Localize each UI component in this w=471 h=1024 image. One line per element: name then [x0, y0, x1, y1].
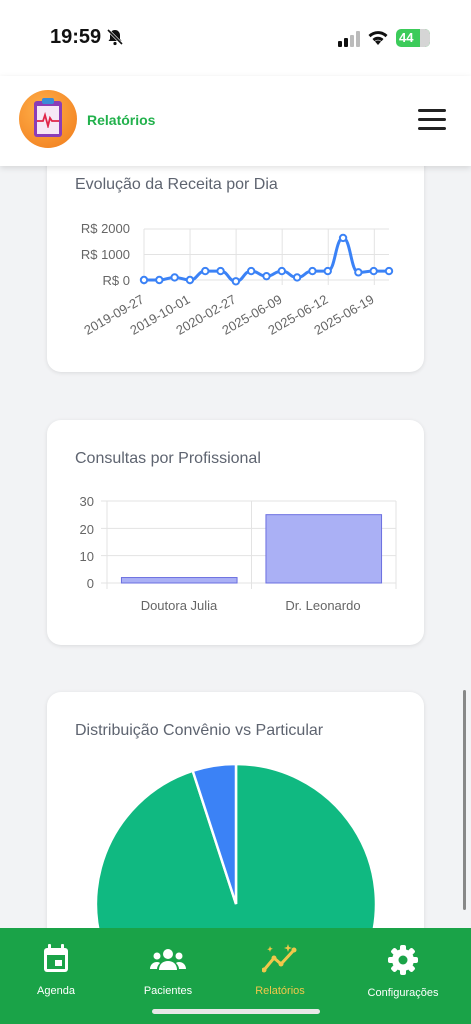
consultas-y-tick: 30: [80, 494, 94, 509]
consultas-y-tick: 0: [87, 576, 94, 591]
revenue-data-point: [354, 268, 363, 277]
distribution-chart-card: Distribuição Convênio vs Particular: [47, 692, 424, 952]
tab-label: Pacientes: [143, 985, 193, 997]
battery-empty: [420, 29, 430, 47]
consultas-bar-chart: 30 20 10 0 Doutora Julia Dr. Leonardo: [80, 494, 397, 613]
revenue-data-point: [277, 266, 287, 276]
consultas-bar: [265, 514, 383, 584]
people-icon: [150, 949, 186, 970]
status-time: 19:59: [50, 26, 102, 48]
app-logo: [19, 90, 77, 148]
consultas-y-tick: 20: [80, 522, 94, 537]
revenue-data-point: [384, 266, 394, 276]
revenue-data-point: [216, 266, 225, 276]
revenue-data-point: [139, 275, 149, 285]
consultas-x-tick: Doutora Julia: [141, 598, 218, 613]
status-bar: 19:59 44: [0, 0, 471, 76]
tab-relatorios[interactable]: Relatórios: [225, 944, 335, 997]
consultas-y-tick: 10: [80, 549, 94, 564]
scrollbar[interactable]: [463, 690, 466, 910]
cell-signal-icon: [338, 31, 360, 47]
consultas-bar: [120, 577, 238, 584]
revenue-y-tick: R$ 1000: [81, 247, 130, 262]
revenue-data-point: [323, 266, 332, 276]
consultas-x-tick: Dr. Leonardo: [285, 598, 360, 613]
tab-agenda[interactable]: Agenda: [1, 944, 111, 997]
calendar-icon: [44, 944, 68, 972]
revenue-line-chart: R$ 2000 R$ 1000 R$ 0 2019-09-27 2019-10-…: [81, 221, 394, 338]
revenue-y-tick: R$ 2000: [81, 221, 130, 236]
revenue-y-tick: R$ 0: [103, 273, 130, 288]
page-title: Relatórios: [87, 112, 156, 128]
revenue-data-point: [231, 277, 241, 286]
revenue-data-point: [262, 271, 271, 281]
battery-level: 44: [399, 30, 414, 45]
revenue-data-point: [246, 266, 256, 276]
revenue-data-point: [201, 266, 210, 276]
tab-pacientes[interactable]: Pacientes: [113, 944, 223, 997]
battery-indicator: 44: [396, 29, 430, 47]
revenue-data-point: [185, 275, 195, 285]
revenue-data-point: [338, 233, 348, 243]
app-header: Relatórios: [0, 76, 471, 166]
revenue-data-point: [170, 273, 179, 282]
revenue-data-point: [155, 275, 164, 285]
bell-muted-icon: [106, 28, 124, 46]
consultas-chart-card: Consultas por Profissional 30 20 10 0 Do…: [47, 420, 424, 645]
tab-label: Relatórios: [255, 985, 305, 997]
revenue-data-point: [292, 273, 302, 282]
revenue-data-point: [369, 266, 378, 276]
tab-configuracoes[interactable]: Configurações: [348, 944, 458, 999]
distribution-pie-chart: [94, 762, 378, 952]
home-indicator: [152, 1009, 320, 1014]
tab-label: Configurações: [367, 987, 439, 999]
wifi-icon: [368, 31, 388, 45]
hamburger-menu-icon[interactable]: [418, 109, 446, 131]
revenue-chart-card: Evolução da Receita por Dia R$ 2000 R$ 1…: [47, 150, 424, 372]
revenue-data-point: [308, 266, 317, 276]
gear-icon: [388, 945, 418, 975]
heartbeat-icon: [37, 112, 59, 128]
tab-label: Agenda: [37, 985, 75, 997]
chart-trend-icon: [261, 944, 297, 973]
